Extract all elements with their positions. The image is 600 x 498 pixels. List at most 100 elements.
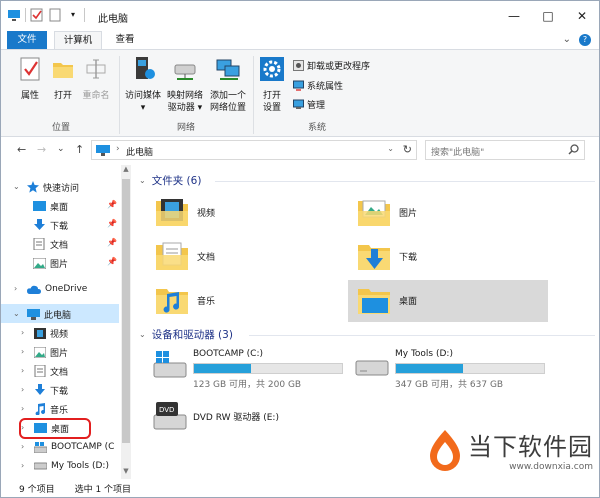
- address-bar[interactable]: › 此电脑 ⌄ ↻: [91, 140, 417, 160]
- svg-text:DVD: DVD: [159, 406, 174, 414]
- nav-label: 文档: [50, 367, 69, 378]
- explorer-window: ▾ 此电脑 — □ ✕ 文件 计算机 查看 ⌄ ? 属性 打开 重命名 位置 访…: [0, 0, 600, 498]
- scroll-up-icon[interactable]: ▲: [121, 165, 131, 177]
- expand-arrow-icon[interactable]: ›: [21, 347, 24, 356]
- nav-item-documents-quick[interactable]: 文档: [33, 235, 68, 253]
- ribbon-right-controls: ⌄ ?: [563, 34, 591, 46]
- drive-c[interactable]: BOOTCAMP (C:) 123 GB 可用，共 200 GB: [153, 349, 353, 390]
- map-network-drive-button[interactable]: 映射网络 驱动器 ▾: [163, 56, 207, 114]
- windows-drive-icon: [153, 351, 187, 378]
- download-arrow-icon: [35, 384, 45, 395]
- folder-desktop[interactable]: 桌面: [357, 285, 417, 315]
- close-button[interactable]: ✕: [565, 1, 599, 31]
- nav-scrollbar[interactable]: ▲ ▼: [121, 165, 131, 479]
- nav-item-drive-d[interactable]: My Tools (D:): [34, 457, 109, 475]
- section-devices[interactable]: ⌄ 设备和驱动器 (3): [139, 327, 233, 342]
- maximize-button[interactable]: □: [531, 1, 565, 31]
- section-divider: [249, 335, 595, 336]
- picture-icon: [33, 257, 46, 269]
- nav-label: 视频: [50, 329, 69, 340]
- nav-item-quick-access[interactable]: 快速访问: [27, 178, 79, 196]
- item-count: 9 个项目: [19, 484, 55, 495]
- nav-item-videos[interactable]: 视频: [34, 324, 68, 342]
- nav-label: 下载: [50, 221, 69, 232]
- scroll-thumb[interactable]: [122, 179, 130, 443]
- map-drive-label-2: 驱动器 ▾: [167, 103, 203, 113]
- nav-item-downloads-quick[interactable]: 下载: [33, 216, 68, 234]
- expand-arrow-icon[interactable]: ⌄: [13, 309, 20, 318]
- status-bar: 9 个项目 选中 1 个项目: [1, 479, 599, 497]
- manage-icon: [293, 99, 304, 109]
- watermark-text: 当下软件园 www.downxia.com: [468, 427, 593, 472]
- drive-e[interactable]: DVD DVD RW 驱动器 (E:): [153, 401, 353, 437]
- nav-item-drive-c[interactable]: BOOTCAMP (C: [34, 438, 114, 456]
- search-icon[interactable]: [568, 144, 579, 158]
- open-settings-button[interactable]: 打开 设置: [257, 56, 287, 114]
- drive-d[interactable]: My Tools (D:) 347 GB 可用，共 637 GB: [355, 349, 555, 390]
- devices-header: 设备和驱动器 (3): [151, 329, 233, 341]
- windows-drive-icon: [34, 441, 47, 453]
- nav-item-downloads[interactable]: 下载: [34, 381, 68, 399]
- address-history-dropdown[interactable]: ⌄: [387, 144, 394, 153]
- add-location-label: 添加一个: [209, 91, 246, 101]
- desktop-folder-icon: [358, 289, 390, 314]
- collapse-arrow-icon[interactable]: ⌄: [139, 330, 146, 339]
- nav-item-documents[interactable]: 文档: [34, 362, 68, 380]
- watermark: 当下软件园 www.downxia.com: [428, 427, 593, 472]
- uninstall-icon: [293, 59, 304, 71]
- add-location-label-2: 网络位置: [209, 103, 246, 113]
- expand-arrow-icon[interactable]: ›: [21, 328, 24, 337]
- system-properties-icon: [293, 80, 304, 91]
- nav-item-pictures-quick[interactable]: 图片: [33, 254, 68, 272]
- expand-arrow-icon[interactable]: ›: [21, 442, 24, 451]
- section-folders[interactable]: ⌄ 文件夹 (6): [139, 173, 201, 188]
- manage-label: 管理: [307, 100, 326, 111]
- nav-item-music[interactable]: 音乐: [34, 400, 68, 418]
- folder-videos[interactable]: 视频: [155, 197, 215, 227]
- collapse-arrow-icon[interactable]: ⌄: [139, 176, 146, 185]
- music-folder-icon: [156, 289, 188, 314]
- network-drive-icon: [163, 56, 207, 86]
- folder-pictures[interactable]: 图片: [357, 197, 417, 227]
- nav-item-desktop-quick[interactable]: 桌面: [33, 197, 68, 215]
- expand-ribbon-icon[interactable]: ⌄: [563, 34, 571, 46]
- open-settings-label-2: 设置: [262, 103, 281, 113]
- expand-arrow-icon[interactable]: ›: [21, 461, 24, 470]
- nav-item-onedrive[interactable]: OneDrive: [27, 280, 87, 298]
- nav-label: 音乐: [50, 405, 69, 416]
- folder-label: 下载: [399, 252, 418, 263]
- system-properties-button[interactable]: 系统属性: [293, 78, 343, 92]
- add-network-location-button[interactable]: 添加一个 网络位置: [205, 56, 251, 114]
- scroll-down-icon[interactable]: ▼: [121, 467, 131, 479]
- expand-arrow-icon[interactable]: ⌄: [13, 182, 20, 191]
- help-icon[interactable]: ?: [579, 34, 591, 46]
- search-box[interactable]: 搜索"此电脑": [425, 140, 585, 160]
- watermark-title: 当下软件园: [468, 433, 593, 461]
- map-drive-label: 映射网络: [166, 91, 203, 101]
- watermark-logo-icon: [430, 429, 460, 471]
- downloads-folder-icon: [358, 245, 390, 270]
- expand-arrow-icon[interactable]: ›: [21, 404, 24, 413]
- folder-music[interactable]: 音乐: [155, 285, 215, 315]
- pin-icon: 📌: [107, 219, 117, 228]
- hard-drive-icon: [34, 462, 47, 470]
- nav-item-pictures[interactable]: 图片: [34, 343, 68, 361]
- expand-arrow-icon[interactable]: ›: [21, 385, 24, 394]
- manage-button[interactable]: 管理: [293, 97, 325, 111]
- folder-downloads[interactable]: 下载: [357, 241, 417, 271]
- refresh-button[interactable]: ↻: [403, 143, 412, 156]
- folder-documents[interactable]: 文档: [155, 241, 215, 271]
- folder-label: 图片: [399, 208, 418, 219]
- drive-name: BOOTCAMP (C:): [193, 349, 263, 359]
- minimize-button[interactable]: —: [497, 1, 531, 31]
- search-input[interactable]: 搜索"此电脑": [431, 145, 484, 158]
- expand-arrow-icon[interactable]: ›: [21, 366, 24, 375]
- uninstall-program-button[interactable]: 卸载或更改程序: [293, 58, 370, 72]
- nav-item-this-pc[interactable]: 此电脑: [27, 305, 71, 323]
- uninstall-label: 卸载或更改程序: [307, 61, 371, 72]
- selected-count: 选中 1 个项目: [74, 484, 132, 495]
- drive-name: My Tools (D:): [395, 349, 453, 359]
- expand-arrow-icon[interactable]: ›: [14, 284, 17, 293]
- nav-label: 文档: [50, 240, 69, 251]
- drive-capacity: 347 GB 可用，共 637 GB: [395, 380, 504, 390]
